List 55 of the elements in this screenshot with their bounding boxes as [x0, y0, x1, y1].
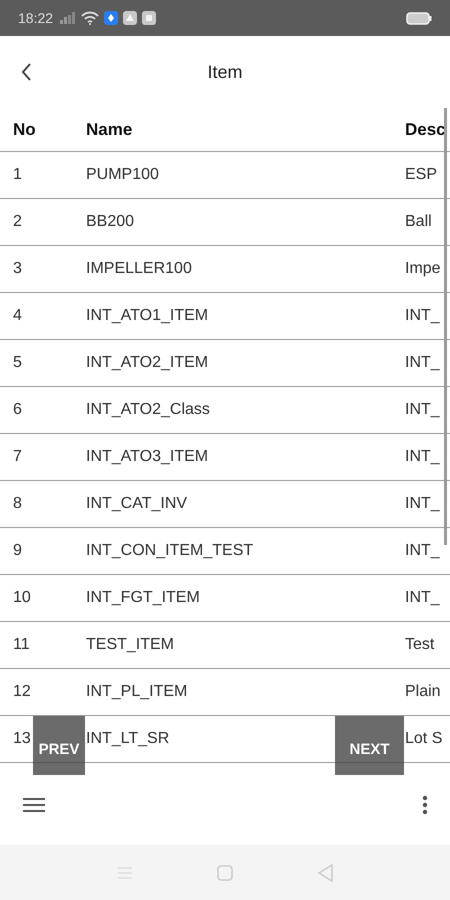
more-options-icon[interactable]: [422, 795, 428, 815]
table-cell: PUMP100: [86, 166, 159, 183]
app-notification-icon: [104, 11, 118, 25]
table-cell: INT_: [405, 401, 440, 418]
table-cell: 5: [13, 354, 22, 371]
table-cell: INT_: [405, 448, 440, 465]
table-cell: INT_CAT_INV: [86, 495, 188, 512]
table-cell: INT_: [405, 307, 440, 324]
next-button[interactable]: NEXT: [335, 716, 404, 775]
table-cell: Ball: [405, 213, 432, 230]
battery-icon: [406, 12, 432, 24]
table-cell: TEST_ITEM: [86, 636, 174, 653]
table-cell: 13: [13, 730, 31, 747]
column-header: Desc: [405, 120, 446, 138]
table-cell: BB200: [86, 213, 134, 230]
screen-title: Item: [207, 62, 242, 82]
column-header: Name: [86, 120, 132, 138]
back-icon: [20, 62, 32, 82]
table-cell: 1: [13, 166, 22, 183]
table-cell: 3: [13, 260, 22, 277]
table-cell: INT_FGT_ITEM: [86, 589, 200, 606]
app-notification-icon: [123, 11, 138, 25]
table-cell: 6: [13, 401, 22, 418]
table-cell: Test: [405, 636, 434, 653]
table-cell: INT_: [405, 589, 440, 606]
signal-icon: [60, 12, 76, 24]
wifi-icon: [81, 11, 100, 25]
table-cell: Lot S: [405, 730, 442, 747]
prev-button[interactable]: PREV: [33, 716, 85, 775]
table-cell: INT_: [405, 354, 440, 371]
table-cell: 9: [13, 542, 22, 559]
table-cell: INT_ATO1_ITEM: [86, 307, 208, 324]
table-cell: INT_PL_ITEM: [86, 683, 188, 700]
app-notification-icon: [142, 11, 156, 25]
table-cell: INT_ATO2_ITEM: [86, 354, 208, 371]
table-cell: 4: [13, 307, 22, 324]
table-cell: INT_CON_ITEM_TEST: [86, 542, 254, 559]
table-cell: 10: [13, 589, 31, 606]
table-cell: INT_ATO3_ITEM: [86, 448, 208, 465]
table-cell: INT_: [405, 495, 440, 512]
menu-icon[interactable]: [22, 796, 46, 814]
table-cell: INT_ATO2_Class: [86, 401, 210, 418]
table-cell: 11: [13, 636, 30, 653]
table-cell: Plain: [405, 683, 441, 700]
table-cell: 12: [13, 683, 31, 700]
table-cell: INT_: [405, 542, 440, 559]
table-cell: 7: [13, 448, 22, 465]
column-header: No: [13, 120, 36, 138]
table-cell: Impe: [405, 260, 441, 277]
table-cell: 2: [13, 213, 22, 230]
table-cell: ESP: [405, 166, 438, 183]
table-cell: 8: [13, 495, 22, 512]
table-cell: IMPELLER100: [86, 260, 192, 277]
status-time: 18:22: [18, 10, 54, 26]
table-cell: INT_LT_SR: [86, 730, 170, 747]
